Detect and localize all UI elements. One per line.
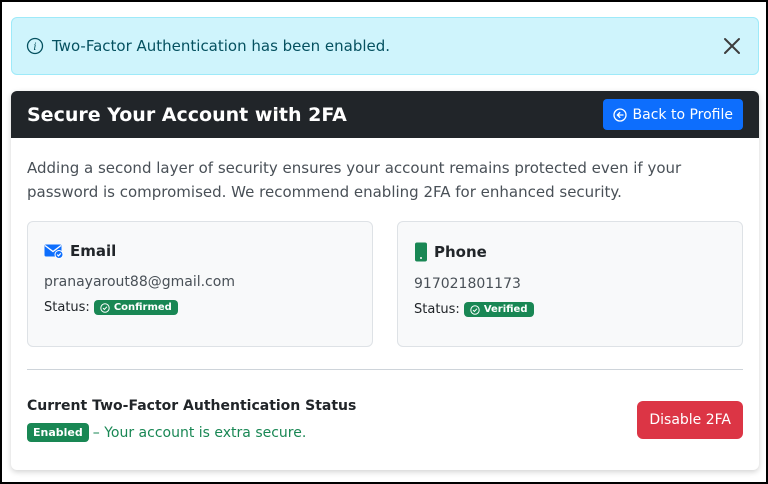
email-method-card: Email pranayarout88@gmail.com Status: Co… xyxy=(27,221,373,347)
confirmed-badge-label: Confirmed xyxy=(113,302,172,313)
phone-method-title: Phone xyxy=(414,242,726,262)
close-alert-button[interactable] xyxy=(720,34,744,58)
email-title: Email xyxy=(70,242,117,260)
card-header: Secure Your Account with 2FA Back to Pro… xyxy=(11,91,759,138)
arrow-left-circle-icon xyxy=(612,107,627,122)
card-title: Secure Your Account with 2FA xyxy=(27,103,347,126)
email-status: Status: Confirmed xyxy=(44,300,356,315)
info-circle-icon: i xyxy=(26,37,44,55)
phone-value: 917021801173 xyxy=(414,276,521,292)
alert-message: Two-Factor Authentication has been enabl… xyxy=(52,37,391,55)
phone-status: Status: Verified xyxy=(414,302,726,317)
status-heading: Current Two-Factor Authentication Status xyxy=(27,398,357,414)
back-to-profile-button[interactable]: Back to Profile xyxy=(602,99,743,130)
phone-method-card: Phone 917021801173 Status: Verified xyxy=(397,221,743,347)
close-icon xyxy=(724,38,740,54)
phone-icon xyxy=(415,242,427,262)
phone-title: Phone xyxy=(434,243,487,261)
verified-badge: Verified xyxy=(463,302,534,317)
status-info: Current Two-Factor Authentication Status… xyxy=(27,398,356,442)
success-alert: i Two-Factor Authentication has been ena… xyxy=(11,17,759,75)
email-value: pranayarout88@gmail.com xyxy=(44,274,235,290)
methods-row: Email pranayarout88@gmail.com Status: Co… xyxy=(27,221,743,347)
page-frame: i Two-Factor Authentication has been ena… xyxy=(0,0,768,484)
status-row: Current Two-Factor Authentication Status… xyxy=(27,398,743,442)
svg-text:i: i xyxy=(33,42,36,53)
card-body: Adding a second layer of security ensure… xyxy=(11,138,759,442)
confirmed-badge: Confirmed xyxy=(93,300,178,315)
status-line: Enabled – Your account is extra secure. xyxy=(27,423,356,442)
status-text: – Your account is extra secure. xyxy=(92,424,307,441)
email-status-label: Status: xyxy=(44,300,90,315)
divider xyxy=(27,369,743,370)
verified-badge-label: Verified xyxy=(483,304,528,315)
enabled-badge: Enabled xyxy=(27,423,89,442)
back-button-label: Back to Profile xyxy=(632,106,733,123)
phone-status-label: Status: xyxy=(414,302,460,317)
check-circle-icon xyxy=(470,304,480,315)
twofa-card: Secure Your Account with 2FA Back to Pro… xyxy=(11,91,759,470)
disable-2fa-button[interactable]: Disable 2FA xyxy=(637,401,743,439)
intro-text: Adding a second layer of security ensure… xyxy=(27,159,682,201)
check-circle-icon xyxy=(100,302,110,313)
email-check-icon xyxy=(44,244,64,259)
email-method-title: Email xyxy=(44,242,356,260)
